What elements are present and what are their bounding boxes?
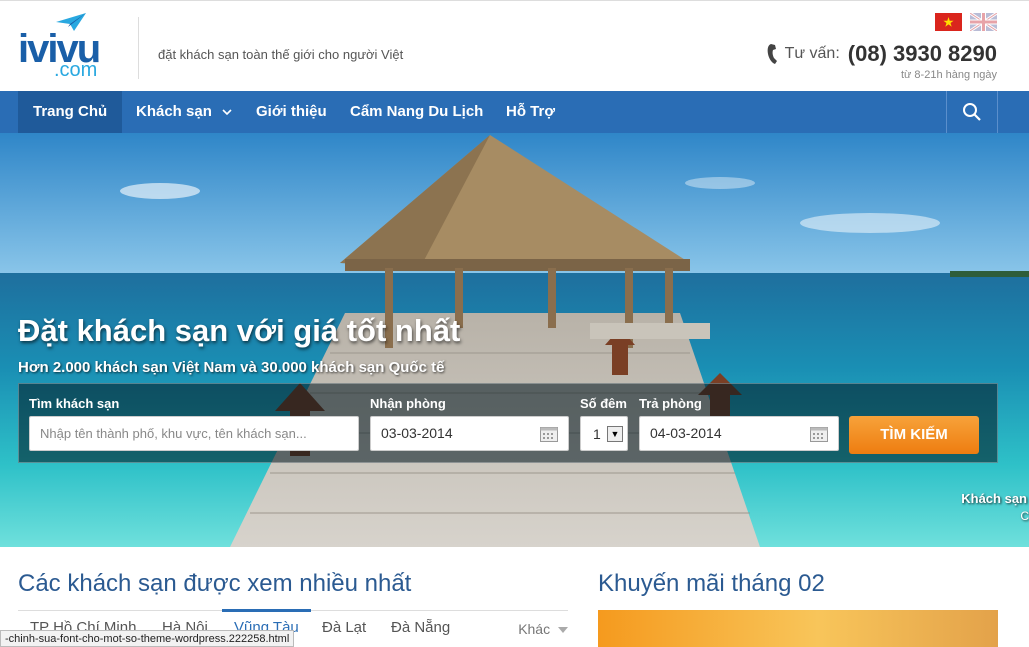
nights-label: Số đêm bbox=[580, 396, 627, 411]
calendar-icon[interactable] bbox=[540, 426, 558, 442]
search-icon bbox=[963, 103, 981, 121]
caret-down-icon bbox=[558, 627, 568, 634]
hero-subtitle: Hơn 2.000 khách sạn Việt Nam và 30.000 k… bbox=[18, 359, 445, 376]
nights-select[interactable]: 1 ▼ bbox=[580, 416, 628, 451]
promo-title: Khuyến mãi tháng 02 bbox=[598, 570, 825, 597]
nav-item-hotels-label: Khách sạn bbox=[136, 103, 212, 120]
hotel-search-label: Tìm khách sạn bbox=[29, 396, 120, 411]
hotline-hours: từ 8-21h hàng ngày bbox=[900, 69, 997, 81]
nights-value: 1 bbox=[593, 426, 601, 442]
search-submit-button[interactable]: TÌM KIẾM bbox=[849, 416, 979, 454]
checkin-date-input[interactable]: 03-03-2014 bbox=[370, 416, 569, 451]
hero-banner: Đặt khách sạn với giá tốt nhất Hơn 2.000… bbox=[0, 133, 1029, 547]
hotel-search-form: Tìm khách sạn Nhập tên thành phố, khu vự… bbox=[18, 383, 998, 463]
calendar-icon[interactable] bbox=[810, 426, 828, 442]
checkout-label: Trả phòng bbox=[639, 396, 702, 411]
phone-icon bbox=[767, 44, 777, 64]
tagline: đặt khách sạn toàn thế giới cho người Vi… bbox=[158, 47, 404, 62]
checkin-label: Nhận phòng bbox=[370, 396, 446, 411]
nav-item-hotels[interactable]: Khách sạn bbox=[121, 91, 247, 133]
nav-search-button[interactable] bbox=[946, 91, 998, 133]
tab-da-nang[interactable]: Đà Nẵng bbox=[391, 619, 450, 636]
checkin-date-value: 03-03-2014 bbox=[381, 425, 453, 441]
nav-item-about[interactable]: Giới thiệu bbox=[241, 91, 342, 133]
header-divider bbox=[138, 17, 139, 79]
language-switcher bbox=[935, 13, 997, 31]
tab-more-dropdown[interactable]: Khác bbox=[518, 621, 568, 637]
nav-item-support[interactable]: Hỗ Trợ bbox=[491, 91, 570, 133]
hotline-label: Tư vấn: bbox=[784, 45, 840, 62]
hero-side-caption-2: C bbox=[1020, 509, 1029, 523]
hero-side-caption: Khách sạn bbox=[961, 491, 1027, 506]
site-header: ivivu .com đặt khách sạn toàn thế giới c… bbox=[0, 0, 1029, 91]
nav-item-travel-guide[interactable]: Cẩm Nang Du Lịch bbox=[335, 91, 498, 133]
checkout-date-input[interactable]: 04-03-2014 bbox=[639, 416, 839, 451]
popular-hotels-title: Các khách sạn được xem nhiều nhất bbox=[18, 570, 412, 597]
uk-flag-icon[interactable] bbox=[970, 13, 997, 31]
hotline: Tư vấn: (08) 3930 8290 bbox=[767, 41, 997, 67]
active-tab-indicator bbox=[222, 609, 311, 612]
nav-item-home[interactable]: Trang Chủ bbox=[18, 91, 123, 133]
promo-banner[interactable] bbox=[598, 610, 998, 647]
main-nav: Trang Chủ Khách sạn Giới thiệu Cẩm Nang … bbox=[0, 91, 1029, 133]
vietnam-flag-icon[interactable] bbox=[935, 13, 962, 31]
ivivu-logo[interactable]: ivivu .com bbox=[18, 13, 118, 83]
hero-title: Đặt khách sạn với giá tốt nhất bbox=[18, 313, 461, 348]
chevron-down-icon bbox=[222, 109, 232, 116]
tab-more-label: Khác bbox=[518, 621, 551, 637]
hotel-search-input[interactable]: Nhập tên thành phố, khu vực, tên khách s… bbox=[29, 416, 359, 451]
browser-status-url: -chinh-sua-font-cho-mot-so-theme-wordpre… bbox=[0, 630, 295, 647]
tab-da-lat[interactable]: Đà Lạt bbox=[322, 619, 366, 636]
checkout-date-value: 04-03-2014 bbox=[650, 425, 722, 441]
hotline-number[interactable]: (08) 3930 8290 bbox=[848, 41, 997, 67]
logo-sub-text: .com bbox=[54, 59, 98, 81]
select-arrow-icon: ▼ bbox=[607, 426, 623, 442]
